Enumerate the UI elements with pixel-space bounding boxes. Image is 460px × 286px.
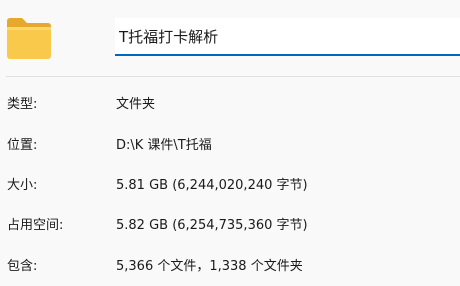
size-label: 大小:: [7, 178, 38, 193]
contains-value: 5,366 个文件，1,338 个文件夹: [116, 259, 303, 274]
property-row-location: 位置: D:\K 课件\T托福: [0, 135, 460, 157]
property-row-size: 大小: 5.81 GB (6,244,020,240 字节): [0, 175, 460, 197]
type-value: 文件夹: [116, 97, 156, 112]
property-row-size-on-disk: 占用空间: 5.82 GB (6,254,735,360 字节): [0, 215, 460, 237]
size-value: 5.81 GB (6,244,020,240 字节): [116, 178, 308, 193]
folder-icon: [7, 17, 51, 59]
folder-name-field[interactable]: [115, 18, 460, 56]
contains-label: 包含:: [7, 259, 38, 274]
property-row-contains: 包含: 5,366 个文件，1,338 个文件夹: [0, 256, 460, 278]
folder-name-input[interactable]: [119, 24, 449, 48]
size-on-disk-value: 5.82 GB (6,254,735,360 字节): [116, 218, 308, 233]
divider: [6, 76, 460, 77]
location-value: D:\K 课件\T托福: [116, 138, 212, 153]
property-row-type: 类型: 文件夹: [0, 94, 460, 116]
size-on-disk-label: 占用空间:: [7, 218, 64, 233]
location-label: 位置:: [7, 138, 38, 153]
type-label: 类型:: [7, 97, 38, 112]
